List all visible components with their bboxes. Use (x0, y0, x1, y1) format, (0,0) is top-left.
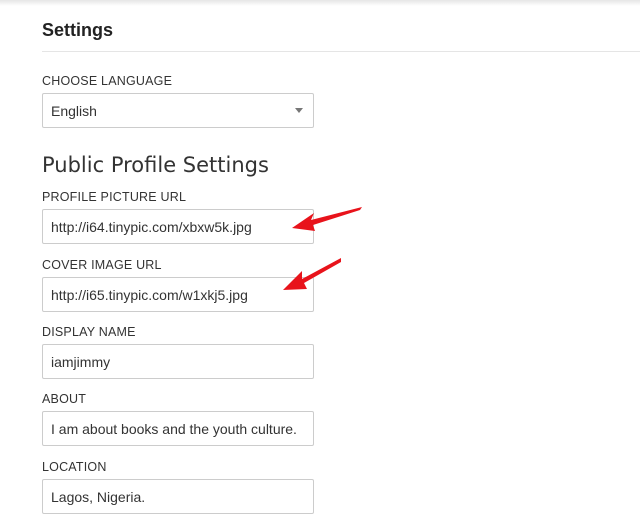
red-arrow-icon (292, 207, 362, 231)
red-arrow-icon (283, 258, 341, 290)
annotation-arrows (283, 207, 362, 290)
